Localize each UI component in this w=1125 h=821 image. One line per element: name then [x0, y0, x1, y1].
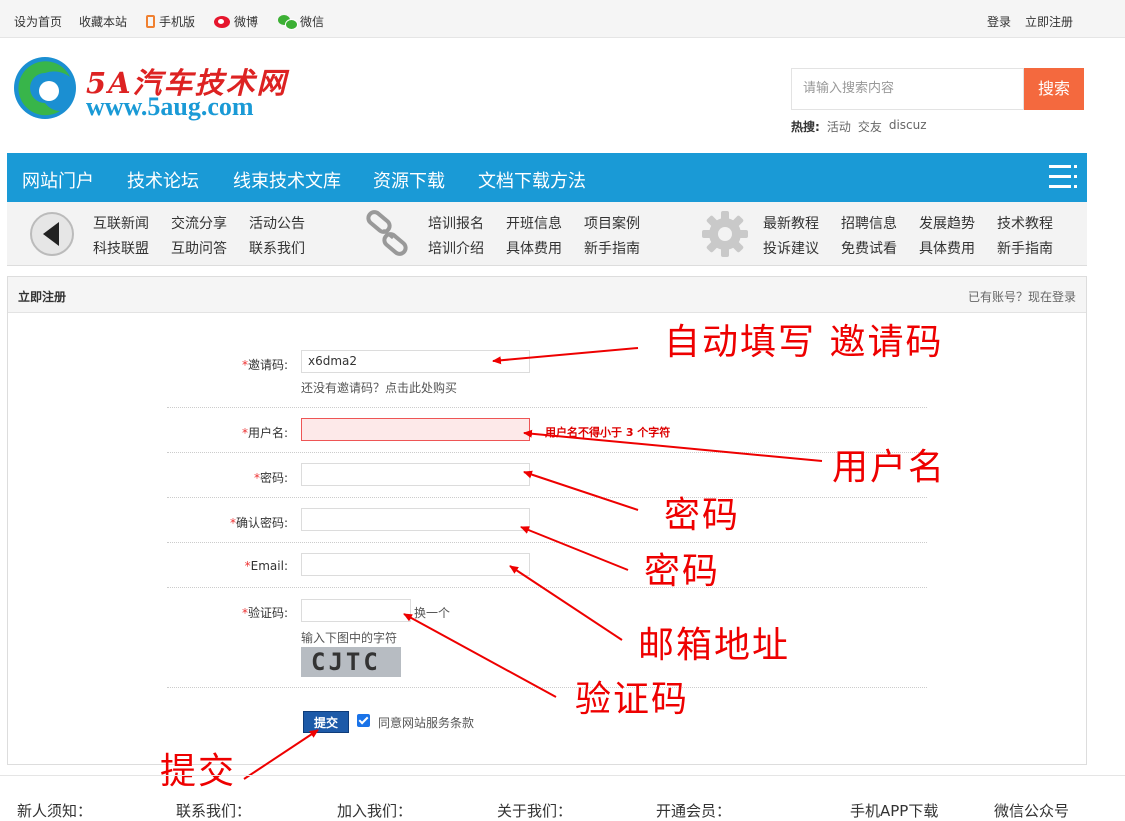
- arrow-email: [509, 565, 623, 641]
- arrow-captcha: [403, 613, 557, 698]
- footer-contact[interactable]: 联系我们：: [176, 800, 251, 821]
- footer-app[interactable]: 手机APP下载: [850, 800, 938, 821]
- arrow-confirm: [520, 526, 629, 571]
- footer-about[interactable]: 关于我们：: [497, 800, 572, 821]
- annotation-password: 密码: [664, 495, 741, 536]
- annotation-email: 邮箱地址: [638, 625, 791, 666]
- arrow-username: [523, 429, 823, 462]
- arrow-password: [523, 470, 639, 511]
- annotation-confirm: 密码: [644, 551, 721, 592]
- footer-wechat[interactable]: 微信公众号: [994, 800, 1069, 821]
- annotation-arrows: [243, 347, 823, 780]
- footer-divider: [0, 775, 1125, 776]
- footer-join[interactable]: 加入我们：: [337, 800, 412, 821]
- annotation-submit: 提交: [160, 751, 237, 792]
- footer-membership[interactable]: 开通会员：: [656, 800, 731, 821]
- annotation-invite: 自动填写 邀请码: [664, 322, 944, 363]
- footer-newbie[interactable]: 新人须知：: [17, 800, 92, 821]
- annotation-username: 用户名: [832, 447, 947, 488]
- annotation-captcha: 验证码: [575, 679, 690, 720]
- arrow-submit: [243, 729, 319, 780]
- arrow-invite: [492, 347, 639, 365]
